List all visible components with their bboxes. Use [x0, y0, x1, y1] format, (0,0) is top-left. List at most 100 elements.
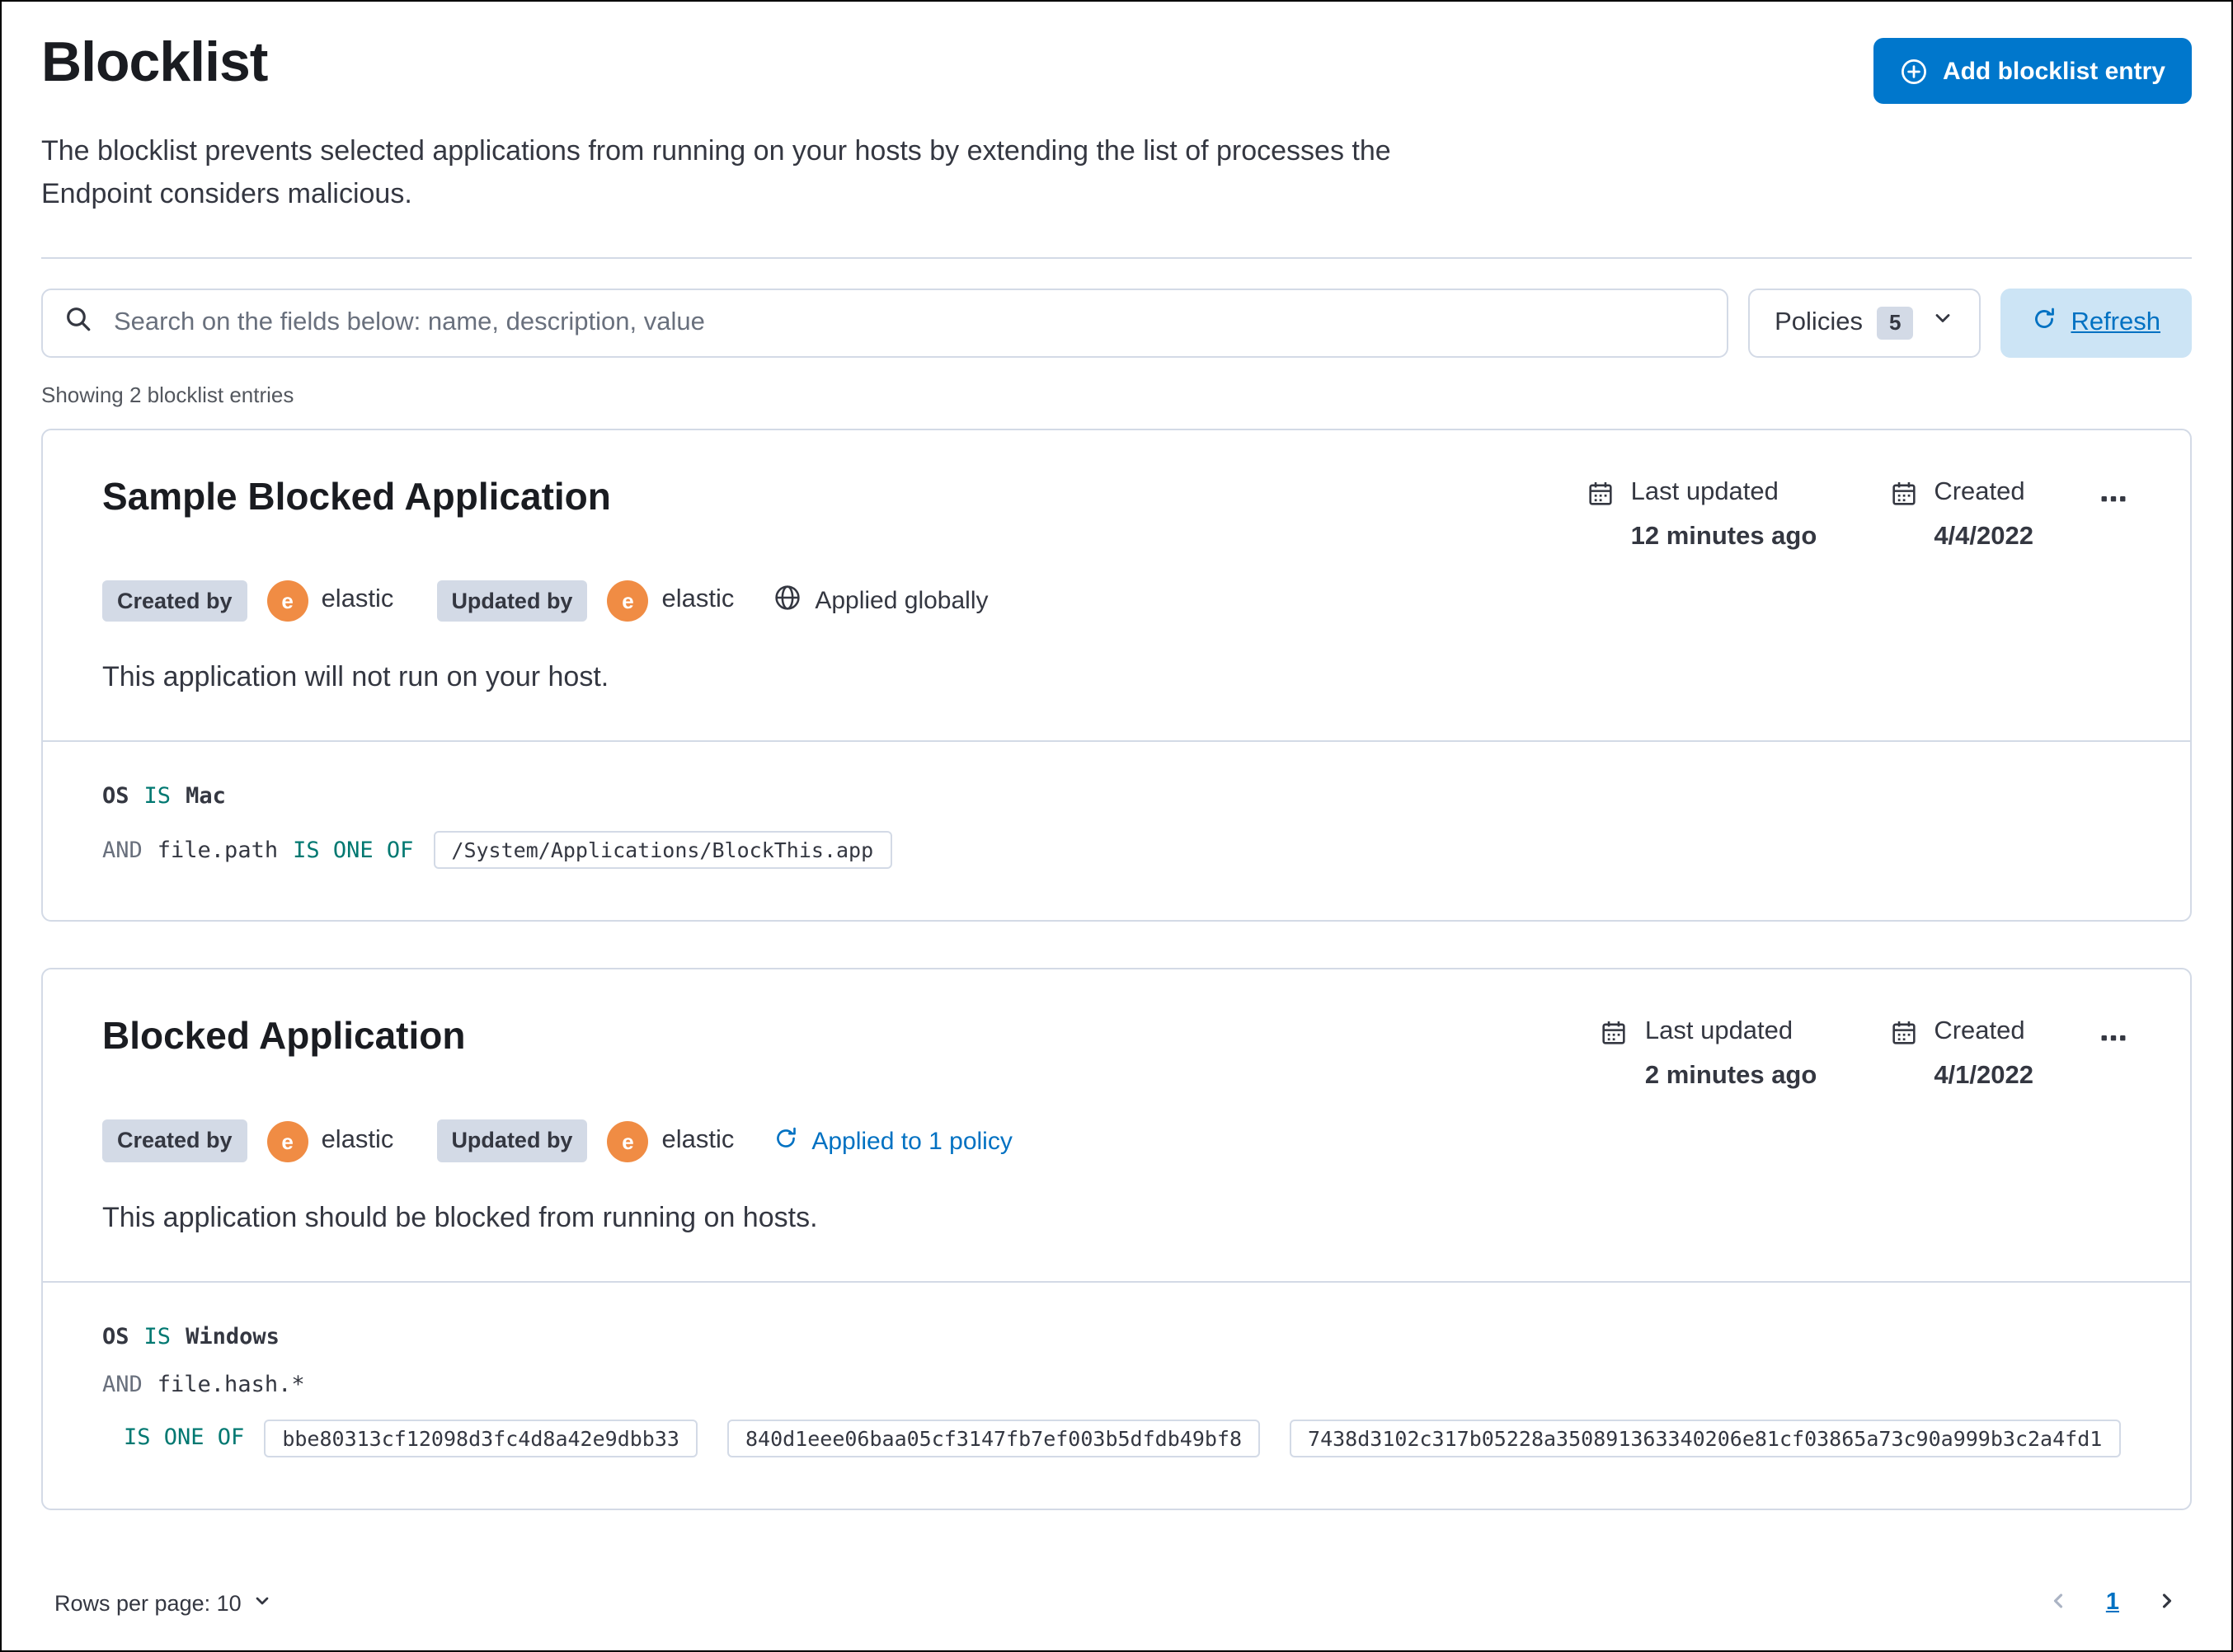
- search-icon: [64, 304, 92, 340]
- page-description: The blocklist prevents selected applicat…: [41, 135, 1391, 210]
- calendar-icon: [1601, 1020, 1629, 1092]
- boxes-horizontal-icon: [2099, 1033, 2127, 1058]
- calendar-icon: [1889, 479, 1917, 551]
- criteria-operator: IS ONE OF: [124, 1424, 245, 1452]
- criteria-os-operator: IS: [143, 1323, 172, 1350]
- entry-title: Sample Blocked Application: [102, 474, 611, 518]
- criteria-and: AND: [102, 837, 143, 864]
- page-number-button[interactable]: 1: [2106, 1590, 2119, 1617]
- avatar: e: [266, 580, 308, 622]
- next-page-button[interactable]: [2152, 1586, 2182, 1621]
- applied-scope-label: Applied to 1 policy: [811, 1127, 1013, 1156]
- entry-attribution-row: Created by e elastic Updated by e elasti…: [102, 580, 2131, 622]
- avatar: e: [607, 1120, 649, 1162]
- blocklist-entry-card: Blocked Application Last updated 2 minut…: [41, 968, 2192, 1510]
- criteria-line: OS IS Windows: [102, 1324, 2131, 1350]
- chevron-right-icon: [2155, 1593, 2179, 1617]
- chevron-down-icon: [1930, 307, 1953, 338]
- criteria-line: AND file.hash.*: [102, 1372, 2131, 1398]
- criteria-os-operator: IS: [143, 783, 172, 810]
- entry-criteria: OS IS Windows AND file.hash.* IS ONE OF …: [43, 1280, 2190, 1509]
- created-value: 4/1/2022: [1934, 1062, 2033, 1091]
- entry-meta: Last updated 2 minutes ago Created 4/1/2…: [1601, 1015, 2131, 1092]
- entry-description: This application will not run on your ho…: [102, 661, 609, 693]
- boxes-horizontal-icon: [2099, 492, 2127, 517]
- rows-per-page-label: Rows per page: 10: [54, 1590, 242, 1616]
- criteria-os-field: OS: [102, 1323, 129, 1350]
- entry-description: This application should be blocked from …: [102, 1201, 818, 1233]
- criteria-value-chip: 840d1eee06baa05cf3147fb7ef003b5dfdb49bf8: [726, 1419, 1261, 1457]
- refresh-label: Refresh: [2071, 307, 2160, 336]
- entry-meta: Last updated 12 minutes ago Created 4/4/…: [1587, 474, 2131, 551]
- page-header: Blocklist Add blocklist entry: [41, 2, 2192, 104]
- refresh-icon: [2031, 306, 2056, 339]
- criteria-os-field: OS: [102, 783, 129, 810]
- add-button-label: Add blocklist entry: [1942, 57, 2165, 85]
- updated-by-badge: Updated by: [436, 1119, 588, 1162]
- plus-in-circle-icon: [1900, 57, 1928, 85]
- search-box[interactable]: [41, 288, 1729, 358]
- criteria-operator: IS ONE OF: [293, 837, 414, 864]
- created-value: 4/4/2022: [1934, 522, 2033, 551]
- updated-by-badge: Updated by: [436, 580, 588, 622]
- avatar: e: [607, 580, 649, 622]
- updated-by-user: elastic: [661, 585, 735, 614]
- created-label: Created: [1934, 477, 2025, 506]
- results-count: Showing 2 blocklist entries: [41, 382, 294, 407]
- refresh-button[interactable]: Refresh: [2000, 288, 2192, 358]
- created-by-badge: Created by: [102, 580, 247, 622]
- chevron-left-icon: [2047, 1593, 2070, 1617]
- entry-actions-menu-button[interactable]: [2096, 477, 2131, 523]
- policies-count-badge: 5: [1877, 306, 1913, 340]
- last-updated-value: 2 minutes ago: [1644, 1062, 1817, 1091]
- entry-card-header: Sample Blocked Application Last updated …: [43, 429, 2190, 740]
- updated-by-user: elastic: [661, 1126, 735, 1155]
- criteria-value-chip: 7438d3102c317b05228a350891363340206e81cf…: [1290, 1419, 2121, 1457]
- header-divider: [41, 256, 2192, 259]
- policy-sync-icon: [773, 1125, 798, 1157]
- avatar: e: [266, 1120, 308, 1162]
- created-by-badge: Created by: [102, 1119, 247, 1162]
- chevron-down-icon: [253, 1591, 273, 1616]
- blocklist-entry-card: Sample Blocked Application Last updated …: [41, 428, 2192, 922]
- criteria-field: file.hash.*: [157, 1371, 305, 1398]
- viewport: Blocklist Add blocklist entry The blockl…: [0, 0, 2233, 1652]
- created-meta: Created 4/4/2022: [1889, 477, 2033, 551]
- last-updated-value: 12 minutes ago: [1630, 522, 1817, 551]
- calendar-icon: [1587, 479, 1615, 551]
- add-blocklist-entry-button[interactable]: Add blocklist entry: [1873, 38, 2192, 104]
- policies-filter-button[interactable]: Policies 5: [1748, 288, 1981, 358]
- last-updated-label: Last updated: [1644, 1017, 1793, 1046]
- calendar-icon: [1889, 1020, 1917, 1092]
- search-input[interactable]: [110, 306, 1706, 340]
- criteria-line: AND file.path IS ONE OF /System/Applicat…: [102, 831, 2131, 870]
- rows-per-page-button[interactable]: Rows per page: 10: [41, 1591, 273, 1616]
- page-title: Blocklist: [41, 31, 268, 94]
- created-by-user: elastic: [321, 1126, 394, 1155]
- applied-scope: Applied globally: [773, 584, 989, 618]
- globe-icon: [773, 584, 802, 618]
- last-updated-meta: Last updated 2 minutes ago: [1601, 1018, 1817, 1092]
- criteria-value-chip: bbe80313cf12098d3fc4d8a42e9dbb33: [264, 1419, 698, 1457]
- last-updated-meta: Last updated 12 minutes ago: [1587, 477, 1817, 551]
- criteria-line: IS ONE OF bbe80313cf12098d3fc4d8a42e9dbb…: [102, 1419, 2131, 1457]
- created-label: Created: [1934, 1017, 2025, 1046]
- pagination: 1: [2043, 1586, 2182, 1621]
- applied-policy-link[interactable]: Applied to 1 policy: [773, 1125, 1013, 1157]
- last-updated-label: Last updated: [1630, 477, 1779, 506]
- created-meta: Created 4/1/2022: [1889, 1018, 2033, 1092]
- criteria-value-chip: /System/Applications/BlockThis.app: [433, 831, 892, 870]
- entry-actions-menu-button[interactable]: [2096, 1018, 2131, 1064]
- criteria-and: AND: [102, 1371, 143, 1398]
- created-by-user: elastic: [321, 585, 394, 614]
- blocklist-page: Blocklist Add blocklist entry The blockl…: [0, 0, 2233, 1652]
- entry-title: Blocked Application: [102, 1014, 466, 1058]
- criteria-line: OS IS Mac: [102, 784, 2131, 810]
- criteria-field: file.path: [157, 837, 279, 864]
- entry-attribution-row: Created by e elastic Updated by e elasti…: [102, 1119, 2131, 1162]
- previous-page-button[interactable]: [2043, 1586, 2073, 1621]
- toolbar: Policies 5 Refresh: [41, 288, 2192, 358]
- entry-criteria: OS IS Mac AND file.path IS ONE OF /Syste…: [43, 740, 2190, 921]
- applied-scope-label: Applied globally: [815, 586, 989, 615]
- list-footer: Rows per page: 10 1: [41, 1586, 2192, 1621]
